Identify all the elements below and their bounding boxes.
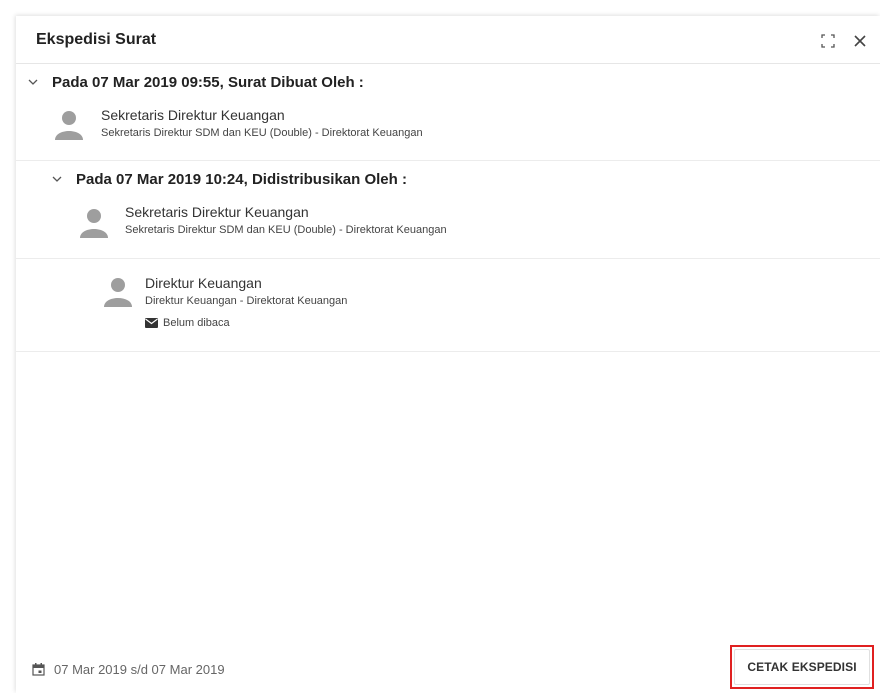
status-text: Belum dibaca — [163, 317, 230, 329]
expedition-entry-distributed: Pada 07 Mar 2019 10:24, Didistribusikan … — [16, 161, 880, 259]
mail-icon — [145, 318, 158, 328]
person-avatar-icon — [55, 111, 83, 140]
expedition-recipient: Direktur Keuangan Direktur Keuangan - Di… — [16, 259, 880, 352]
dialog-header: Ekspedisi Surat — [16, 16, 880, 64]
entry-heading: Pada 07 Mar 2019 10:24, Didistribusikan … — [76, 171, 407, 188]
expand-icon[interactable] — [821, 34, 835, 48]
print-expedition-button[interactable]: CETAK EKSPEDISI — [730, 645, 874, 689]
person-detail: Sekretaris Direktur SDM dan KEU (Double)… — [125, 224, 447, 236]
read-status: Belum dibaca — [145, 317, 230, 329]
expedition-entry-created: Pada 07 Mar 2019 09:55, Surat Dibuat Ole… — [16, 64, 880, 161]
chevron-down-icon[interactable] — [28, 78, 38, 86]
person-detail: Sekretaris Direktur SDM dan KEU (Double)… — [101, 127, 423, 139]
ekspedisi-dialog: Ekspedisi Surat Pada 07 Mar 2019 09:55, … — [16, 16, 880, 693]
person-name: Sekretaris Direktur Keuangan — [101, 107, 285, 123]
close-icon[interactable] — [853, 34, 867, 48]
entry-heading: Pada 07 Mar 2019 09:55, Surat Dibuat Ole… — [52, 74, 364, 91]
person-avatar-icon — [104, 278, 132, 307]
person-name: Direktur Keuangan — [145, 275, 262, 291]
person-name: Sekretaris Direktur Keuangan — [125, 204, 309, 220]
chevron-down-icon[interactable] — [52, 175, 62, 183]
date-range: 07 Mar 2019 s/d 07 Mar 2019 — [32, 662, 225, 677]
print-expedition-label: CETAK EKSPEDISI — [734, 649, 870, 685]
calendar-icon — [32, 663, 45, 676]
dialog-title: Ekspedisi Surat — [36, 31, 157, 48]
date-range-text: 07 Mar 2019 s/d 07 Mar 2019 — [54, 662, 225, 677]
person-avatar-icon — [80, 209, 108, 238]
person-detail: Direktur Keuangan - Direktorat Keuangan — [145, 295, 348, 307]
